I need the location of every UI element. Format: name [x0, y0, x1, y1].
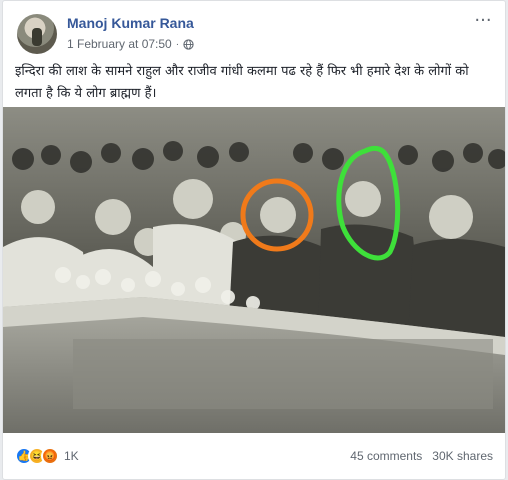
- post-photo[interactable]: [3, 107, 505, 433]
- post-text: इन्दिरा की लाश के सामने राहुल और राजीव ग…: [15, 64, 469, 101]
- reactions-summary[interactable]: 👍 😆 😡 1K: [15, 447, 79, 465]
- globe-icon[interactable]: [183, 38, 194, 50]
- post-timestamp[interactable]: 1 February at 07:50: [67, 37, 172, 51]
- comments-count[interactable]: 45 comments: [350, 449, 422, 463]
- more-options-icon[interactable]: ···: [473, 12, 493, 30]
- angry-icon: 😡: [41, 447, 59, 465]
- post-header: Manoj Kumar Rana 1 February at 07:50 · ·…: [15, 11, 493, 55]
- facebook-post: Manoj Kumar Rana 1 February at 07:50 · ·…: [2, 0, 506, 480]
- meta-separator: ·: [175, 38, 180, 50]
- photo-illustration: [3, 107, 505, 433]
- post-stats: 👍 😆 😡 1K 45 comments 30K shares: [15, 445, 493, 467]
- post-meta: 1 February at 07:50 ·: [67, 37, 194, 51]
- author-name[interactable]: Manoj Kumar Rana: [67, 15, 194, 31]
- shares-count[interactable]: 30K shares: [432, 449, 493, 463]
- reaction-count: 1K: [64, 449, 79, 463]
- author-avatar[interactable]: [17, 14, 57, 54]
